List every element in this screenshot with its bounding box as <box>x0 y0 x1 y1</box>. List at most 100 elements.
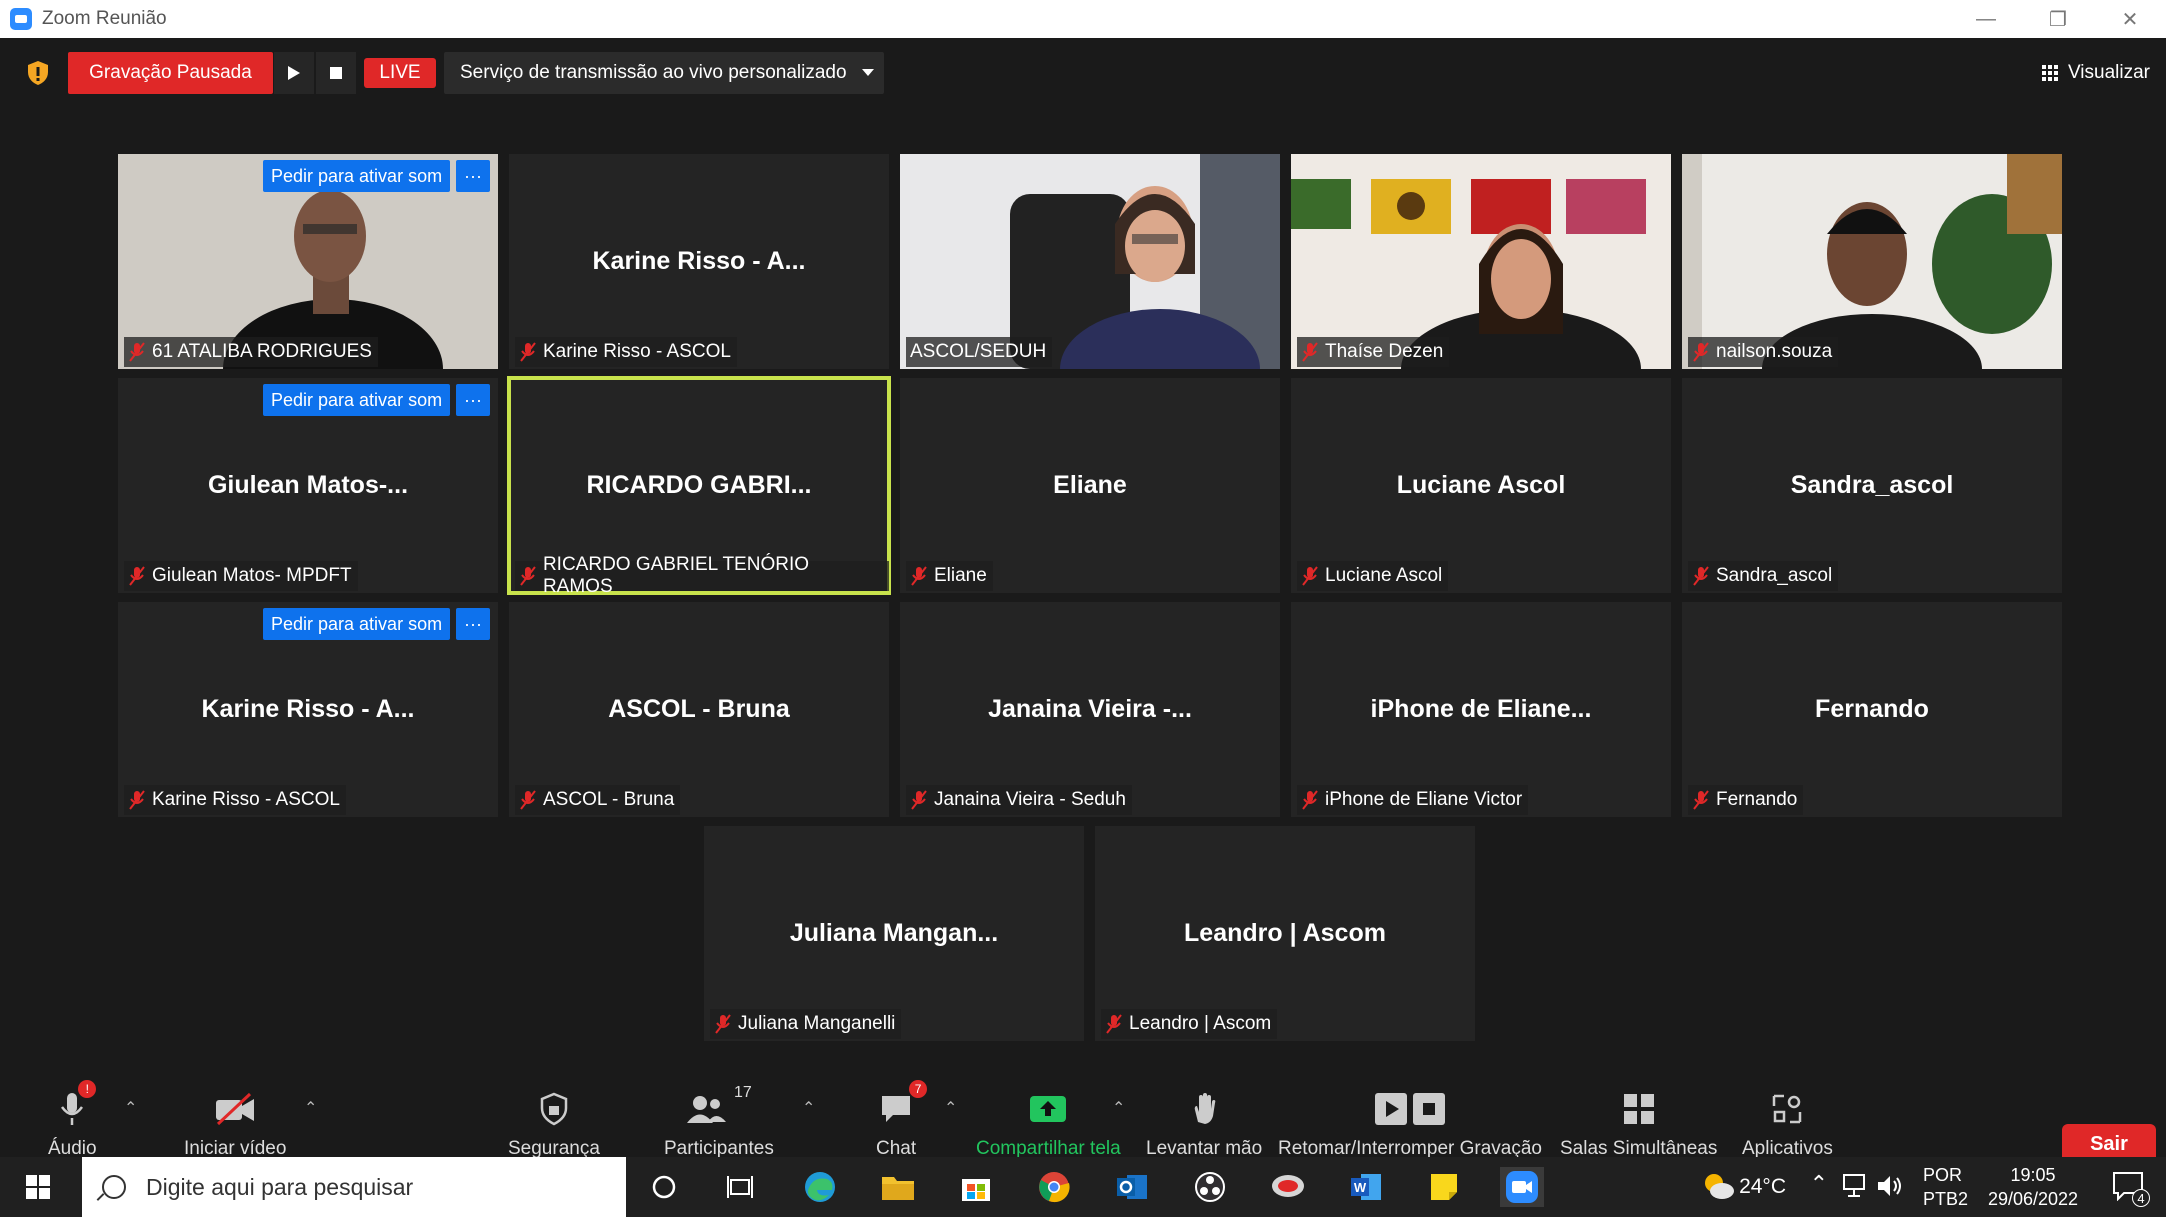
share-options-caret[interactable]: ⌃ <box>1112 1098 1125 1118</box>
stream-service-label: Serviço de transmissão ao vivo personali… <box>460 62 847 83</box>
raise-hand-button[interactable]: Levantar mão <box>1146 1084 1262 1160</box>
restore-button[interactable]: ❐ <box>2022 0 2094 38</box>
participants-options-caret[interactable]: ⌃ <box>802 1098 815 1118</box>
participant-name: ASCOL/SEDUH <box>910 341 1047 362</box>
resume-stop-recording-button[interactable]: Retomar/Interromper Gravação <box>1278 1084 1542 1160</box>
shield-icon <box>540 1092 568 1126</box>
more-options-button[interactable]: ··· <box>456 608 490 640</box>
network-app-icon[interactable] <box>1268 1167 1308 1207</box>
mic-muted-icon <box>1106 1014 1122 1034</box>
word-icon[interactable]: W <box>1346 1167 1386 1207</box>
participant-tile[interactable]: Thaíse Dezen <box>1291 154 1671 369</box>
participant-tile[interactable]: ASCOL/SEDUH <box>900 154 1280 369</box>
mic-muted-icon <box>520 342 536 362</box>
mic-muted-icon <box>1302 342 1318 362</box>
participant-tile[interactable]: Sandra_ascol Sandra_ascol <box>1682 378 2062 593</box>
chat-unread-badge: 7 <box>909 1080 928 1098</box>
stop-recording-button[interactable] <box>316 52 356 94</box>
participant-tile[interactable]: Pedir para ativar som ··· 61 ATALIBA ROD… <box>118 154 498 369</box>
outlook-icon[interactable] <box>1112 1167 1152 1207</box>
network-icon[interactable] <box>1840 1173 1868 1199</box>
ask-to-unmute-button[interactable]: Pedir para ativar som <box>263 608 451 640</box>
clock[interactable]: 19:05 29/06/2022 <box>1978 1163 2088 1211</box>
participant-label: 61 ATALIBA RODRIGUES <box>124 337 378 367</box>
task-view-icon[interactable] <box>720 1167 760 1207</box>
notifications-button[interactable]: 4 <box>2112 1171 2150 1207</box>
participant-tile-active-speaker[interactable]: RICARDO GABRI... RICARDO GABRIEL TENÓRIO… <box>507 376 891 595</box>
participant-tile[interactable]: Leandro | Ascom Leandro | Ascom <box>1095 826 1475 1041</box>
participants-button[interactable]: 17 Participantes <box>664 1084 774 1160</box>
chat-button[interactable]: 7 Chat <box>876 1080 928 1160</box>
participant-tile[interactable]: Luciane Ascol Luciane Ascol <box>1291 378 1671 593</box>
participant-tile[interactable]: Juliana Mangan... Juliana Manganelli <box>704 826 1084 1041</box>
mic-muted-icon <box>911 566 927 586</box>
stream-service-select[interactable]: Serviço de transmissão ao vivo personali… <box>444 52 884 94</box>
apps-button[interactable]: Aplicativos <box>1742 1084 1833 1160</box>
view-button[interactable]: Visualizar <box>2034 56 2158 90</box>
participants-icon <box>687 1096 727 1123</box>
zoom-app-icon <box>10 8 32 30</box>
more-options-button[interactable]: ··· <box>456 384 490 416</box>
taskbar-search-box[interactable]: Digite aqui para pesquisar <box>82 1157 626 1217</box>
participant-tile[interactable]: Fernando Fernando <box>1682 602 2062 817</box>
ask-to-unmute-button[interactable]: Pedir para ativar som <box>263 384 451 416</box>
weather-temperature[interactable]: 24°C <box>1739 1175 1786 1199</box>
participant-tile[interactable]: Janaina Vieira -... Janaina Vieira - Sed… <box>900 602 1280 817</box>
language-indicator[interactable]: POR PTB2 <box>1923 1163 1968 1211</box>
start-video-button[interactable]: Iniciar vídeo <box>184 1084 286 1160</box>
participants-count: 17 <box>734 1084 752 1101</box>
chrome-browser-icon[interactable] <box>1034 1167 1074 1207</box>
video-options-caret[interactable]: ⌃ <box>304 1098 317 1118</box>
participant-tile[interactable]: nailson.souza <box>1682 154 2062 369</box>
zoom-taskbar-icon[interactable] <box>1500 1167 1544 1207</box>
recording-paused-button[interactable]: Gravação Pausada <box>68 52 273 94</box>
participant-tile[interactable]: ASCOL - Bruna ASCOL - Bruna <box>509 602 889 817</box>
mic-muted-icon <box>1693 566 1709 586</box>
share-screen-icon <box>1030 1096 1067 1122</box>
audio-options-caret[interactable]: ⌃ <box>124 1098 137 1118</box>
participant-label: Leandro | Ascom <box>1101 1009 1278 1039</box>
resume-recording-button[interactable] <box>274 52 314 94</box>
more-options-button[interactable]: ··· <box>456 160 490 192</box>
participant-tile[interactable]: Giulean Matos-... Pedir para ativar som … <box>118 378 498 593</box>
sticky-notes-icon[interactable] <box>1424 1167 1464 1207</box>
share-screen-button[interactable]: Compartilhar tela <box>976 1084 1121 1160</box>
participant-tile[interactable]: iPhone de Eliane... iPhone de Eliane Vic… <box>1291 602 1671 817</box>
participant-name: ASCOL - Bruna <box>543 789 675 810</box>
participant-name: Juliana Manganelli <box>738 1013 896 1034</box>
participant-tile[interactable]: Karine Risso - A... Karine Risso - ASCOL <box>509 154 889 369</box>
microsoft-store-icon[interactable] <box>956 1167 996 1207</box>
ask-to-unmute-button[interactable]: Pedir para ativar som <box>263 160 451 192</box>
cortana-icon[interactable] <box>644 1167 684 1207</box>
participant-label: Giulean Matos- MPDFT <box>124 561 358 591</box>
obs-studio-icon[interactable] <box>1190 1167 1230 1207</box>
show-hidden-icons-chevron-up-icon[interactable]: ⌃ <box>1810 1171 1828 1197</box>
file-explorer-icon[interactable] <box>878 1167 918 1207</box>
meeting-window: Gravação Pausada LIVE Serviço de transmi… <box>6 38 2166 1195</box>
audio-warning-badge: ! <box>78 1080 97 1098</box>
participant-tile[interactable]: Karine Risso - A... Pedir para ativar so… <box>118 602 498 817</box>
chat-options-caret[interactable]: ⌃ <box>944 1098 957 1118</box>
security-button[interactable]: Segurança <box>508 1084 600 1160</box>
shield-icon[interactable] <box>26 60 50 86</box>
windows-start-icon[interactable] <box>26 1175 50 1199</box>
weather-icon <box>1705 1174 1734 1199</box>
participant-label: Sandra_ascol <box>1688 561 1839 591</box>
participant-name: 61 ATALIBA RODRIGUES <box>152 341 372 362</box>
windows-taskbar: Digite aqui para pesquisar W 24°C ⌃ POR … <box>0 1157 2166 1217</box>
play-icon <box>288 66 300 80</box>
participant-label: Karine Risso - ASCOL <box>124 785 346 815</box>
participant-tile[interactable]: Eliane Eliane <box>900 378 1280 593</box>
participant-label: Juliana Manganelli <box>710 1009 902 1039</box>
audio-button[interactable]: ! Áudio <box>48 1080 97 1160</box>
live-badge[interactable]: LIVE <box>364 58 436 88</box>
mic-muted-icon <box>1693 790 1709 810</box>
mic-muted-icon <box>1693 342 1709 362</box>
participant-label: Eliane <box>906 561 993 591</box>
mic-muted-icon <box>129 342 145 362</box>
minimize-button[interactable]: — <box>1950 0 2022 38</box>
close-button[interactable]: ✕ <box>2094 0 2166 38</box>
breakout-rooms-button[interactable]: Salas Simultâneas <box>1560 1084 1717 1160</box>
volume-icon[interactable] <box>1876 1173 1904 1199</box>
edge-browser-icon[interactable] <box>800 1167 840 1207</box>
